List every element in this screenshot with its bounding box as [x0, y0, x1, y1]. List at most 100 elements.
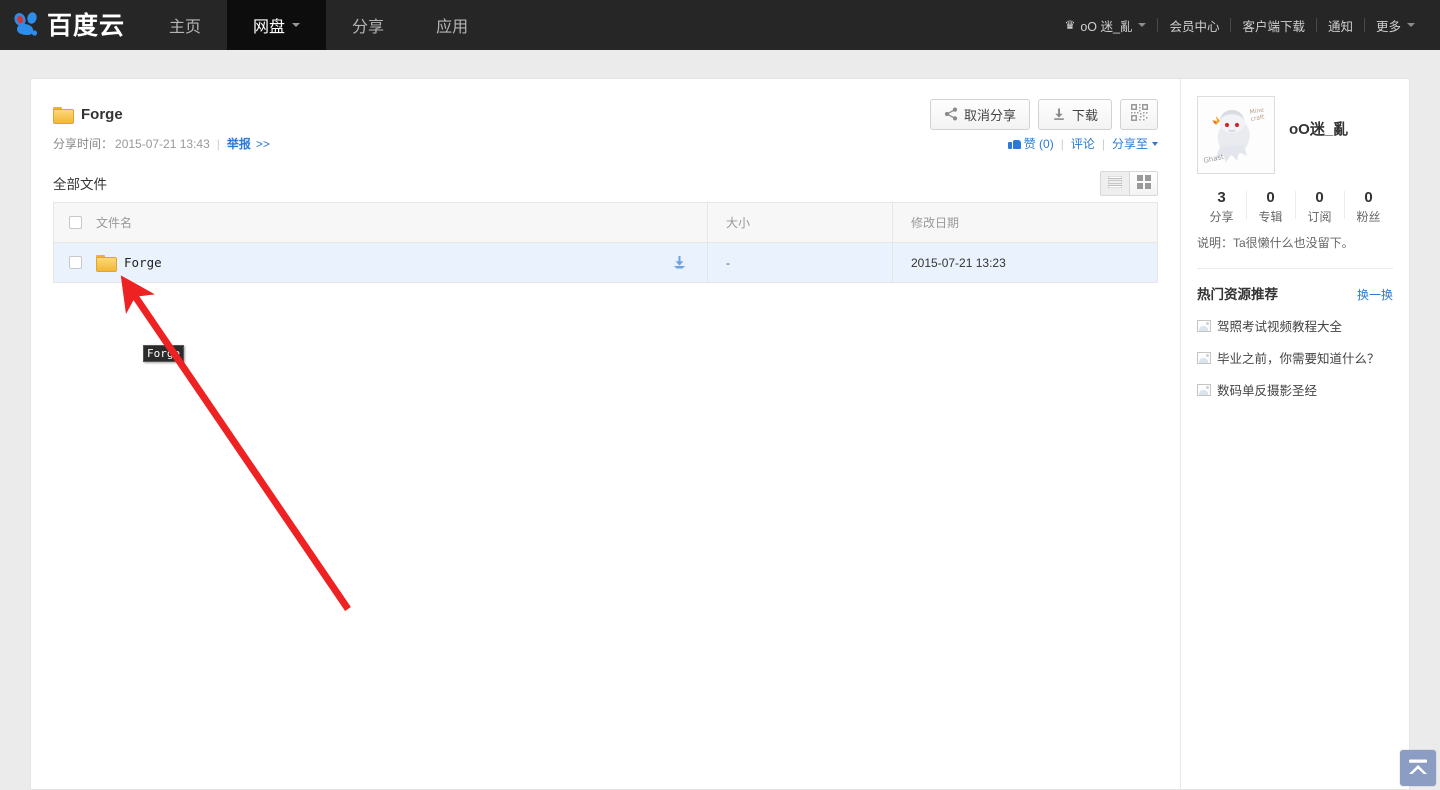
folder-icon	[53, 106, 74, 124]
grid-view-icon	[1136, 174, 1151, 192]
profile-description: 说明：Ta很懒什么也没留下。	[1197, 236, 1354, 250]
nav-vip-center-label: 会员中心	[1169, 19, 1220, 34]
nav-client-download[interactable]: 客户端下载	[1231, 16, 1316, 35]
table-row[interactable]: Forge - 2015-07-21 13:23	[54, 242, 1157, 283]
comment-button[interactable]: 评论	[1071, 135, 1095, 152]
row-filename-cell: Forge	[96, 255, 651, 272]
meta-divider: |	[216, 136, 220, 151]
cancel-share-label: 取消分享	[963, 107, 1016, 123]
list-item[interactable]: 驾照考试视频教程大全	[1197, 316, 1393, 335]
list-view-icon	[1107, 175, 1123, 191]
nav-item-apps-label: 应用	[436, 19, 469, 36]
file-table: 文件名 大小 修改日期 Forge - 2015-07-21 13:23	[53, 202, 1158, 283]
image-icon	[1197, 319, 1211, 332]
column-header-filename[interactable]: 文件名	[96, 214, 651, 231]
stat-shares[interactable]: 3 分享	[1197, 188, 1246, 226]
nav-notifications[interactable]: 通知	[1317, 16, 1364, 35]
stat-albums-label: 专辑	[1258, 210, 1283, 224]
row-select-cell	[54, 256, 96, 269]
nav-more-label: 更多	[1375, 19, 1401, 34]
column-header-date-label: 修改日期	[911, 216, 960, 230]
download-button[interactable]: 下载	[1037, 98, 1112, 130]
column-header-date[interactable]: 修改日期	[892, 202, 1157, 243]
profile-block: Mine craft Ghast oO迷_亂	[1197, 79, 1393, 174]
column-header-filename-label: 文件名	[96, 216, 133, 230]
qrcode-button[interactable]	[1120, 98, 1158, 130]
baidu-yun-logo[interactable]: 百度云	[0, 0, 143, 50]
meta-divider: |	[1060, 136, 1064, 151]
nav-item-share[interactable]: 分享	[326, 0, 410, 50]
column-header-size[interactable]: 大小	[707, 202, 892, 243]
list-item[interactable]: 毕业之前，你需要知道什么？	[1197, 348, 1393, 367]
cancel-share-button[interactable]: 取消分享	[929, 98, 1030, 130]
comment-label: 评论	[1070, 137, 1095, 151]
stat-fans-label: 粉丝	[1356, 210, 1381, 224]
row-size-cell: -	[707, 242, 892, 283]
stat-subscriptions-label: 订阅	[1307, 210, 1332, 224]
like-button[interactable]: 赞 (0)	[1007, 135, 1054, 152]
select-all-cell	[54, 216, 96, 229]
list-view-button[interactable]	[1100, 170, 1129, 196]
nav-item-apps[interactable]: 应用	[410, 0, 494, 50]
qrcode-icon	[1130, 104, 1148, 124]
folder-icon	[96, 255, 117, 272]
row-filename-link[interactable]: Forge	[124, 255, 162, 270]
share-time-label: 分享时间：	[53, 137, 114, 151]
all-files-label: 全部文件	[53, 177, 107, 192]
nav-right-group: ♛ oO 迷_亂 会员中心 客户端下载 通知 更多	[1054, 0, 1440, 50]
stat-albums-value: 0	[1266, 189, 1275, 206]
nav-item-netdisk[interactable]: 网盘	[227, 0, 327, 50]
meta-divider: |	[1101, 136, 1105, 151]
shared-file-panel: Forge 取消分享 下载 分享时间： 2015-07-21 13:43 | 举…	[30, 78, 1180, 790]
nav-item-home[interactable]: 主页	[143, 0, 227, 50]
stat-subscriptions[interactable]: 0 订阅	[1295, 188, 1344, 226]
image-icon	[1197, 383, 1211, 396]
social-actions: 赞 (0) | 评论 | 分享至	[1007, 135, 1158, 152]
file-list-toolbar: 全部文件	[31, 152, 1180, 196]
chevron-down-icon	[1152, 141, 1158, 146]
stat-albums[interactable]: 0 专辑	[1246, 188, 1295, 226]
page-body: Forge 取消分享 下载 分享时间： 2015-07-21 13:43 | 举…	[0, 50, 1440, 790]
select-all-checkbox[interactable]	[68, 216, 82, 229]
user-menu[interactable]: ♛ oO 迷_亂	[1054, 16, 1158, 35]
download-icon[interactable]	[672, 255, 687, 270]
logo-text: 百度云	[47, 10, 126, 40]
report-arrow[interactable]: >>	[256, 137, 270, 151]
download-label: 下载	[1071, 107, 1098, 123]
report-link[interactable]: 举报	[227, 135, 251, 152]
row-size-value: -	[726, 255, 730, 270]
nav-notifications-label: 通知	[1327, 19, 1353, 34]
nav-more[interactable]: 更多	[1365, 16, 1426, 35]
thumbs-up-icon	[1007, 138, 1021, 149]
nav-item-share-label: 分享	[352, 19, 385, 36]
stat-fans[interactable]: 0 粉丝	[1344, 188, 1393, 226]
nav-item-home-label: 主页	[169, 19, 202, 36]
hot-resources-refresh-link[interactable]: 换一换	[1357, 286, 1393, 303]
sidebar-divider	[1197, 268, 1393, 269]
primary-nav: 主页 网盘 分享 应用	[143, 0, 494, 50]
crown-icon: ♛	[1064, 18, 1076, 32]
grid-view-button[interactable]	[1129, 170, 1158, 196]
row-date-value: 2015-07-21 13:23	[911, 255, 1006, 270]
avatar[interactable]: Mine craft Ghast	[1197, 96, 1275, 174]
chevron-down-icon	[292, 23, 301, 27]
list-item[interactable]: 数码单反摄影圣经	[1197, 380, 1393, 399]
image-icon	[1197, 351, 1211, 364]
nav-client-download-label: 客户端下载	[1242, 19, 1305, 34]
panel-action-buttons: 取消分享 下载	[929, 98, 1158, 130]
back-to-top-button[interactable]	[1400, 750, 1436, 786]
file-title-row: Forge 取消分享 下载	[31, 79, 1180, 130]
top-navigation-bar: 百度云 主页 网盘 分享 应用 ♛ oO 迷_亂 会员中心 客户端下载 通知 更…	[0, 0, 1440, 50]
share-meta-row: 分享时间： 2015-07-21 13:43 | 举报 >> 赞 (0) | 评…	[31, 127, 1180, 152]
profile-username: oO迷_亂	[1289, 121, 1349, 138]
share-to-button[interactable]: 分享至	[1112, 135, 1158, 152]
stat-fans-value: 0	[1364, 189, 1373, 206]
nav-vip-center[interactable]: 会员中心	[1158, 16, 1230, 35]
nav-item-netdisk-label: 网盘	[253, 19, 286, 36]
profile-stats: 3 分享 0 专辑 0 订阅 0 粉丝	[1197, 188, 1393, 226]
row-download-cell	[651, 255, 707, 270]
row-checkbox[interactable]	[68, 256, 82, 269]
hot-resources-header: 热门资源推荐 换一换	[1197, 283, 1393, 303]
table-header-row: 文件名 大小 修改日期	[54, 202, 1157, 243]
baidu-paw-logo-icon	[12, 12, 42, 38]
